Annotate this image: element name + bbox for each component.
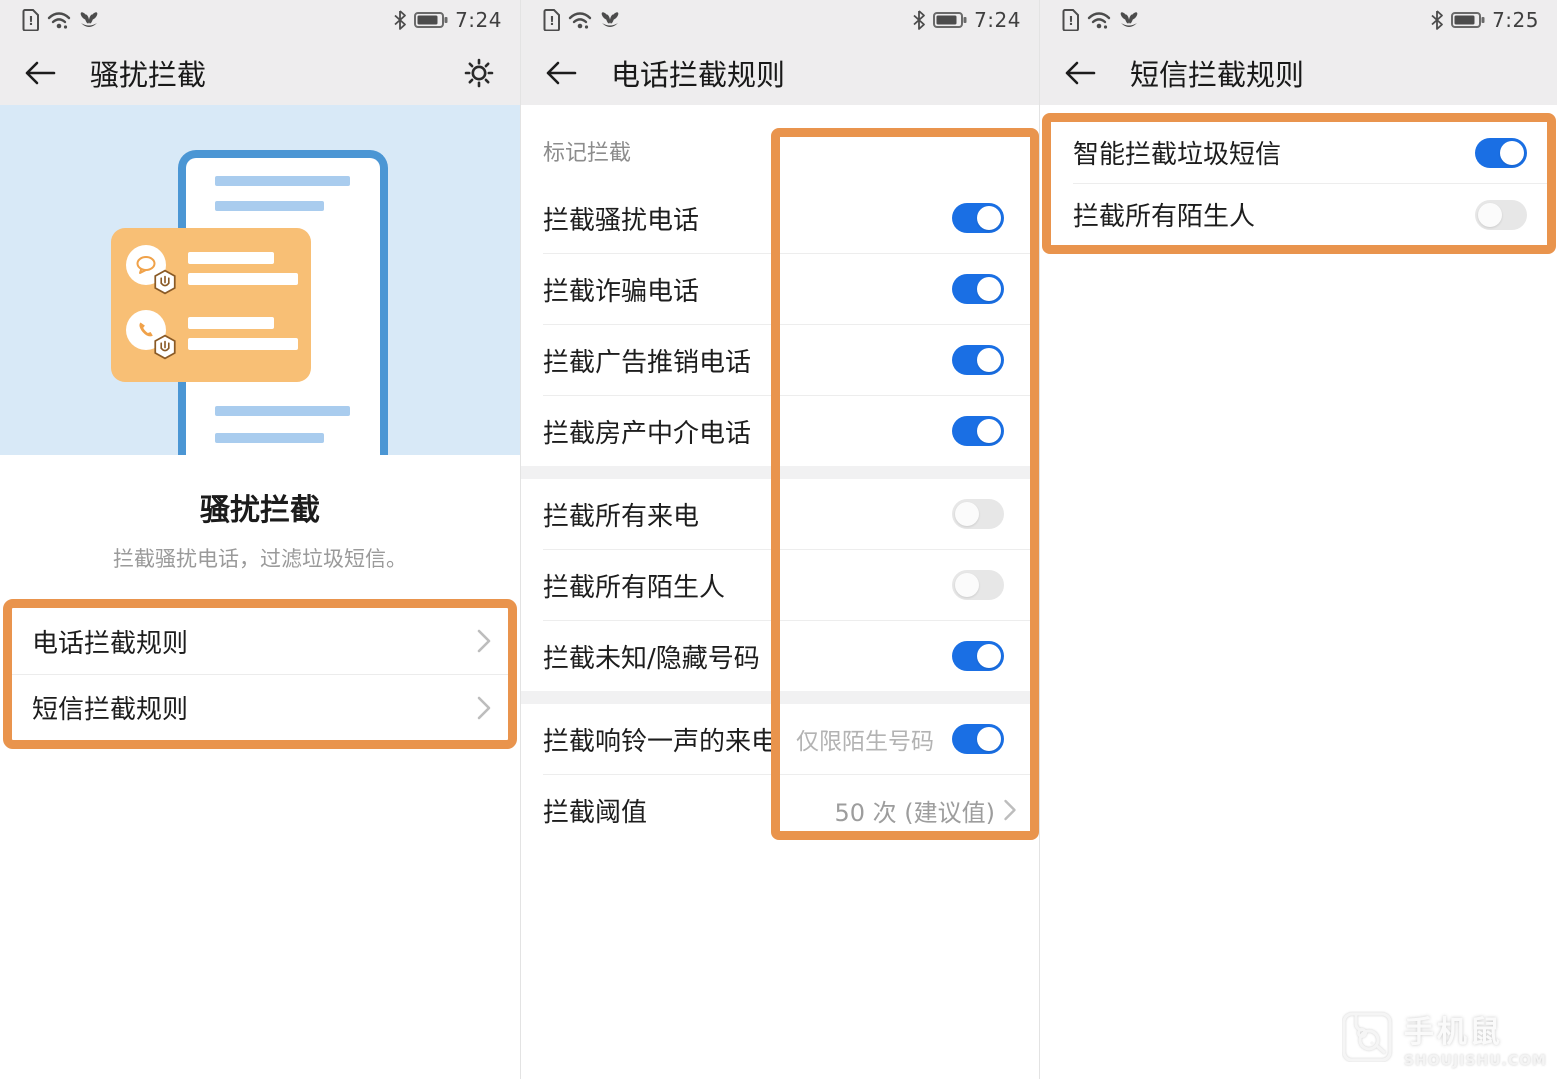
setting-row: 拦截所有来电 xyxy=(521,479,1039,549)
huawei-logo-icon xyxy=(1118,10,1140,30)
setting-label: 拦截骚扰电话 xyxy=(543,200,952,237)
back-arrow-icon[interactable] xyxy=(545,60,577,86)
setting-row: 拦截房产中介电话 xyxy=(521,396,1039,466)
setting-row: 智能拦截垃圾短信 xyxy=(1051,122,1547,183)
menu-item-call-rules[interactable]: 电话拦截规则 xyxy=(12,608,508,674)
setting-label: 拦截广告推销电话 xyxy=(543,342,952,379)
page-title: 电话拦截规则 xyxy=(611,52,785,94)
stop-hand-badge-icon xyxy=(152,334,178,360)
toggle-block-one-ring-calls[interactable] xyxy=(952,724,1004,754)
panel-sms-block-rules: ! 7:25 xyxy=(1039,0,1557,1079)
setting-label: 拦截诈骗电话 xyxy=(543,271,952,308)
toggle-block-all-calls[interactable] xyxy=(952,499,1004,529)
setting-label: 拦截所有陌生人 xyxy=(543,567,952,604)
status-time: 7:24 xyxy=(974,8,1021,32)
app-header: 短信拦截规则 xyxy=(1040,40,1557,105)
toggle-block-agent-calls[interactable] xyxy=(952,416,1004,446)
stop-hand-badge-icon xyxy=(152,269,178,295)
back-arrow-icon[interactable] xyxy=(24,60,56,86)
sim-alert-icon: ! xyxy=(543,9,561,31)
wifi-icon xyxy=(47,10,71,30)
battery-icon xyxy=(933,11,967,29)
app-header: 骚扰拦截 xyxy=(0,40,520,105)
hero-illustration xyxy=(0,105,520,455)
toggle-block-unknown-hidden[interactable] xyxy=(952,641,1004,671)
setting-label: 拦截所有陌生人 xyxy=(1073,196,1475,233)
setting-row: 拦截骚扰电话 xyxy=(521,183,1039,253)
toggle-block-all-strangers[interactable] xyxy=(952,570,1004,600)
toggle-block-all-strangers-sms[interactable] xyxy=(1475,200,1527,230)
status-bar: ! 7:24 xyxy=(521,0,1039,40)
setting-row: 拦截响铃一声的来电 仅限陌生号码 xyxy=(521,704,1039,774)
setting-label: 拦截响铃一声的来电 xyxy=(543,721,796,758)
illustration-text-bar xyxy=(188,338,298,350)
highlight-box-menu: 电话拦截规则 短信拦截规则 xyxy=(3,599,517,749)
chevron-right-icon xyxy=(476,628,492,654)
battery-icon xyxy=(414,11,448,29)
setting-note: 仅限陌生号码 xyxy=(796,722,934,756)
svg-text:!: ! xyxy=(549,14,554,28)
illustration-blocklist-card xyxy=(111,228,311,382)
setting-label: 拦截阈值 xyxy=(543,792,834,829)
toggle-block-harassment-calls[interactable] xyxy=(952,203,1004,233)
setting-label: 拦截所有来电 xyxy=(543,496,952,533)
wifi-icon xyxy=(568,10,592,30)
setting-row: 拦截所有陌生人 xyxy=(521,550,1039,620)
page-title: 骚扰拦截 xyxy=(90,52,206,94)
illustration-text-bar xyxy=(215,201,324,211)
chevron-right-icon xyxy=(1003,798,1017,822)
toggle-block-fraud-calls[interactable] xyxy=(952,274,1004,304)
svg-text:!: ! xyxy=(28,14,33,28)
page-title: 短信拦截规则 xyxy=(1130,52,1304,94)
settings-gear-icon[interactable] xyxy=(462,56,496,90)
setting-row: 拦截广告推销电话 xyxy=(521,325,1039,395)
illustration-text-bar xyxy=(215,433,324,443)
status-bar: ! 7:25 xyxy=(1040,0,1557,40)
menu-item-label: 电话拦截规则 xyxy=(32,623,476,660)
panel-harassment-blocking: ! 7:24 xyxy=(0,0,520,1079)
back-arrow-icon[interactable] xyxy=(1064,60,1096,86)
sim-alert-icon: ! xyxy=(1062,9,1080,31)
triple-screenshot-canvas: ! 7:24 xyxy=(0,0,1559,1079)
huawei-logo-icon xyxy=(78,10,100,30)
bluetooth-icon xyxy=(912,10,926,30)
huawei-logo-icon xyxy=(599,10,621,30)
illustration-text-bar xyxy=(188,252,274,264)
toggle-smart-block-spam-sms[interactable] xyxy=(1475,138,1527,168)
app-header: 电话拦截规则 xyxy=(521,40,1039,105)
sim-alert-icon: ! xyxy=(22,9,40,31)
section-separator xyxy=(521,691,1039,704)
bluetooth-icon xyxy=(393,10,407,30)
setting-row: 拦截诈骗电话 xyxy=(521,254,1039,324)
section-label: 标记拦截 xyxy=(521,105,1039,183)
chevron-right-icon xyxy=(476,695,492,721)
illustration-text-bar xyxy=(188,273,298,285)
toggle-block-ad-calls[interactable] xyxy=(952,345,1004,375)
feature-subtitle: 拦截骚扰电话，过滤垃圾短信。 xyxy=(0,543,520,573)
illustration-text-bar xyxy=(215,176,350,186)
status-bar: ! 7:24 xyxy=(0,0,520,40)
menu-item-label: 短信拦截规则 xyxy=(32,689,476,726)
battery-icon xyxy=(1451,11,1485,29)
svg-text:!: ! xyxy=(1068,14,1073,28)
setting-row: 拦截未知/隐藏号码 xyxy=(521,621,1039,691)
highlight-box-sms-toggles: 智能拦截垃圾短信 拦截所有陌生人 xyxy=(1042,113,1556,254)
setting-value: 50 次 (建议值) xyxy=(834,793,995,828)
wifi-icon xyxy=(1087,10,1111,30)
illustration-text-bar xyxy=(215,406,350,416)
section-separator xyxy=(521,466,1039,479)
setting-row-threshold[interactable]: 拦截阈值 50 次 (建议值) xyxy=(521,775,1039,845)
panel-call-block-rules: ! 7:24 xyxy=(520,0,1039,1079)
status-time: 7:25 xyxy=(1492,8,1539,32)
setting-label: 拦截房产中介电话 xyxy=(543,413,952,450)
bluetooth-icon xyxy=(1430,10,1444,30)
setting-row: 拦截所有陌生人 xyxy=(1051,184,1547,245)
menu-item-sms-rules[interactable]: 短信拦截规则 xyxy=(12,674,508,740)
setting-label: 拦截未知/隐藏号码 xyxy=(543,638,952,675)
setting-label: 智能拦截垃圾短信 xyxy=(1073,134,1475,171)
illustration-text-bar xyxy=(188,317,274,329)
status-time: 7:24 xyxy=(455,8,502,32)
feature-title: 骚扰拦截 xyxy=(0,485,520,529)
